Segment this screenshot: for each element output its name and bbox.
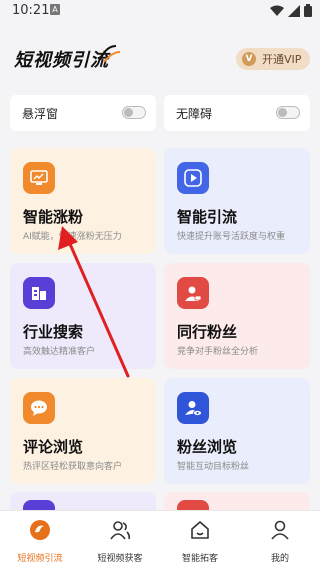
play-arrow-icon — [177, 162, 209, 194]
card-next-left[interactable] — [10, 492, 156, 512]
wifi-icon — [270, 5, 284, 16]
card-title: 同行粉丝 — [177, 323, 238, 341]
nav-item-mine[interactable]: 我的 — [240, 519, 320, 564]
vip-label: 开通VIP — [262, 53, 302, 66]
floating-window-toggle-card: 悬浮窗 — [10, 95, 156, 131]
card-subtitle: 竞争对手粉丝全分析 — [177, 347, 259, 357]
header: 短视频引流 V 开通VIP — [0, 40, 320, 80]
person-eye-icon — [177, 392, 209, 424]
nav-label: 短视频获客 — [97, 554, 143, 564]
vip-button[interactable]: V 开通VIP — [236, 48, 310, 70]
status-indicator-icon: A — [50, 4, 60, 15]
toggle-label: 无障碍 — [176, 107, 213, 121]
buildings-icon — [23, 277, 55, 309]
card-follower-browse[interactable]: 粉丝浏览 智能互动目标粉丝 — [164, 378, 310, 484]
toggle-label: 悬浮窗 — [22, 107, 59, 121]
app-title: 短视频引流 — [14, 50, 109, 71]
nav-item-short-video-traffic[interactable]: 短视频引流 — [0, 519, 80, 564]
vortex-icon — [30, 520, 50, 540]
user-icon — [271, 520, 289, 540]
person-card-icon — [177, 277, 209, 309]
accessibility-switch[interactable] — [276, 106, 300, 119]
card-industry-search[interactable]: 行业搜索 高效触达精准客户 — [10, 263, 156, 369]
card-title: 粉丝浏览 — [177, 438, 238, 456]
card-title: 行业搜索 — [23, 323, 84, 341]
card-smart-follower[interactable]: 智能涨粉 AI赋能，快速涨粉无压力 — [10, 148, 156, 254]
home-icon — [191, 521, 209, 539]
card-subtitle: 热评区轻松获取意向客户 — [23, 462, 123, 472]
status-time: 10:21 — [12, 3, 50, 18]
card-subtitle: AI赋能，快速涨粉无压力 — [23, 232, 122, 242]
users-icon — [110, 521, 131, 540]
vip-icon: V — [242, 52, 256, 66]
nav-label: 短视频引流 — [17, 554, 63, 564]
card-title: 评论浏览 — [23, 438, 84, 456]
nav-label: 我的 — [270, 554, 289, 564]
floating-window-switch[interactable] — [122, 106, 146, 119]
card-subtitle: 高效触达精准客户 — [23, 347, 96, 357]
signal-icon — [288, 4, 300, 17]
nav-item-short-video-customers[interactable]: 短视频获客 — [80, 519, 160, 564]
accessibility-toggle-card: 无障碍 — [164, 95, 310, 131]
nav-label: 智能拓客 — [181, 554, 218, 564]
card-comment-browse[interactable]: 评论浏览 热评区轻松获取意向客户 — [10, 378, 156, 484]
status-bar: 10:21 A — [0, 0, 320, 22]
status-icons — [270, 4, 312, 17]
nav-item-smart-prospect[interactable]: 智能拓客 — [160, 519, 240, 564]
card-subtitle: 快速提升账号活跃度与权重 — [177, 232, 286, 242]
title-swoosh-icon — [99, 45, 121, 63]
card-next-right[interactable] — [164, 492, 310, 512]
card-title: 智能涨粉 — [23, 208, 84, 226]
bottom-nav: 短视频引流 短视频获客 智能拓客 我的 — [0, 510, 320, 569]
monitor-chart-icon — [23, 162, 55, 194]
card-smart-traffic[interactable]: 智能引流 快速提升账号活跃度与权重 — [164, 148, 310, 254]
chat-bubble-icon — [23, 392, 55, 424]
card-peer-followers[interactable]: 同行粉丝 竞争对手粉丝全分析 — [164, 263, 310, 369]
battery-icon — [304, 4, 312, 17]
card-title: 智能引流 — [177, 208, 238, 226]
card-subtitle: 智能互动目标粉丝 — [177, 462, 250, 472]
